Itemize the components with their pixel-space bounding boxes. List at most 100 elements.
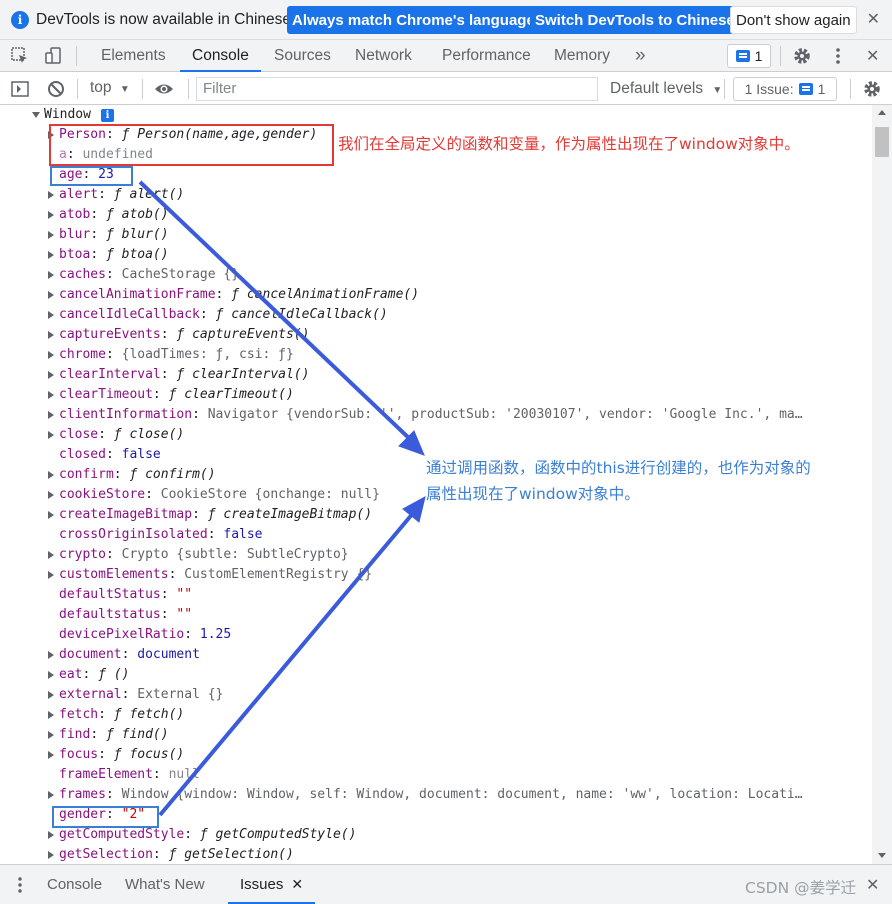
expand-triangle-icon[interactable] — [48, 491, 54, 499]
expand-triangle-icon[interactable] — [48, 431, 54, 439]
property-row-blur[interactable]: blur: ƒ blur() — [0, 225, 872, 245]
expand-triangle-icon[interactable] — [48, 831, 54, 839]
tab-sources[interactable]: Sources — [274, 40, 331, 71]
expand-triangle-icon[interactable] — [48, 791, 54, 799]
switch-to-chinese-button[interactable]: Switch DevTools to Chinese — [530, 6, 740, 34]
expand-triangle-icon[interactable] — [48, 671, 54, 679]
property-row-captureEvents[interactable]: captureEvents: ƒ captureEvents() — [0, 325, 872, 345]
expand-triangle-icon[interactable] — [48, 651, 54, 659]
drawer-tab-console[interactable]: Console — [47, 865, 102, 904]
context-selector[interactable]: top ▼ — [90, 79, 130, 97]
expand-triangle-icon[interactable] — [48, 471, 54, 479]
expand-triangle-icon[interactable] — [48, 331, 54, 339]
tab-network[interactable]: Network — [355, 40, 412, 71]
property-row-close[interactable]: close: ƒ close() — [0, 425, 872, 445]
property-row-devicePixelRatio[interactable]: devicePixelRatio: 1.25 — [0, 625, 872, 645]
expand-triangle-icon[interactable] — [48, 731, 54, 739]
property-row-defaultstatus[interactable]: defaultstatus: "" — [0, 605, 872, 625]
property-row-eat[interactable]: eat: ƒ () — [0, 665, 872, 685]
property-separator: : — [105, 347, 122, 362]
expand-triangle-icon[interactable] — [48, 311, 54, 319]
property-row-createImageBitmap[interactable]: createImageBitmap: ƒ createImageBitmap() — [0, 505, 872, 525]
more-tabs-button[interactable]: » — [635, 40, 646, 71]
expand-triangle-icon[interactable] — [48, 271, 54, 279]
gear-icon[interactable] — [792, 46, 812, 66]
function-keyword: ƒ — [98, 667, 114, 682]
expand-triangle-icon[interactable] — [48, 211, 54, 219]
close-devtools-icon[interactable]: ✕ — [866, 46, 879, 66]
console-settings-gear-icon[interactable] — [862, 79, 882, 99]
expand-triangle-icon[interactable] — [48, 691, 54, 699]
property-row-document[interactable]: document: document — [0, 645, 872, 665]
property-row-defaultStatus[interactable]: defaultStatus: "" — [0, 585, 872, 605]
expand-triangle-icon[interactable] — [48, 391, 54, 399]
inspect-element-icon[interactable] — [10, 46, 30, 66]
property-row-find[interactable]: find: ƒ find() — [0, 725, 872, 745]
log-levels-dropdown[interactable]: Default levels ▼ — [610, 80, 722, 98]
scroll-down-icon[interactable] — [878, 853, 886, 858]
message-icon — [735, 50, 750, 62]
expand-triangle-icon[interactable] — [48, 191, 54, 199]
issues-badge-button[interactable]: 1 — [727, 44, 771, 68]
drawer-tab-issues[interactable]: Issues ✕ — [227, 865, 316, 904]
property-row-btoa[interactable]: btoa: ƒ btoa() — [0, 245, 872, 265]
property-row-clearTimeout[interactable]: clearTimeout: ƒ clearTimeout() — [0, 385, 872, 405]
expand-triangle-icon[interactable] — [48, 711, 54, 719]
expand-triangle-icon[interactable] — [48, 571, 54, 579]
tab-memory[interactable]: Memory — [554, 40, 610, 71]
property-row-getSelection[interactable]: getSelection: ƒ getSelection() — [0, 845, 872, 864]
always-match-language-button[interactable]: Always match Chrome's language — [287, 6, 540, 34]
expand-triangle-icon[interactable] — [48, 251, 54, 259]
scroll-up-icon[interactable] — [878, 110, 886, 115]
drawer-menu-icon[interactable] — [12, 875, 28, 895]
property-row-clearInterval[interactable]: clearInterval: ƒ clearInterval() — [0, 365, 872, 385]
expand-triangle-icon[interactable] — [48, 851, 54, 859]
property-row-crypto[interactable]: crypto: Crypto {subtle: SubtleCrypto} — [0, 545, 872, 565]
tab-elements[interactable]: Elements — [101, 40, 166, 71]
property-row-atob[interactable]: atob: ƒ atob() — [0, 205, 872, 225]
property-row-alert[interactable]: alert: ƒ alert() — [0, 185, 872, 205]
expand-triangle-icon[interactable] — [48, 371, 54, 379]
sidebar-toggle-icon[interactable] — [10, 79, 30, 99]
expand-triangle-icon[interactable] — [48, 511, 54, 519]
function-keyword: ƒ — [129, 467, 146, 482]
property-row-cancelAnimationFrame[interactable]: cancelAnimationFrame: ƒ cancelAnimationF… — [0, 285, 872, 305]
tab-performance[interactable]: Performance — [442, 40, 531, 71]
property-row-frameElement[interactable]: frameElement: null — [0, 765, 872, 785]
property-row-clientInformation[interactable]: clientInformation: Navigator {vendorSub:… — [0, 405, 872, 425]
scrollbar-thumb[interactable] — [875, 127, 889, 157]
console-scrollbar[interactable] — [872, 105, 892, 864]
property-row-crossOriginIsolated[interactable]: crossOriginIsolated: false — [0, 525, 872, 545]
expand-triangle-icon[interactable] — [48, 751, 54, 759]
expand-triangle-icon[interactable] — [48, 551, 54, 559]
dont-show-again-button[interactable]: Don't show again — [730, 6, 857, 34]
expand-triangle-icon[interactable] — [48, 351, 54, 359]
close-drawer-icon[interactable]: ✕ — [866, 875, 879, 895]
property-row-caches[interactable]: caches: CacheStorage {} — [0, 265, 872, 285]
function-keyword: ƒ — [215, 307, 232, 322]
issues-counter-button[interactable]: 1 Issue: 1 — [733, 77, 837, 101]
property-row-cancelIdleCallback[interactable]: cancelIdleCallback: ƒ cancelIdleCallback… — [0, 305, 872, 325]
property-row-getComputedStyle[interactable]: getComputedStyle: ƒ getComputedStyle() — [0, 825, 872, 845]
eye-icon[interactable] — [154, 79, 174, 99]
tab-console[interactable]: Console — [180, 40, 261, 72]
more-options-icon[interactable] — [828, 46, 848, 66]
property-row-frames[interactable]: frames: Window {window: Window, self: Wi… — [0, 785, 872, 805]
property-row-customElements[interactable]: customElements: CustomElementRegistry {} — [0, 565, 872, 585]
filter-input[interactable]: Filter — [196, 77, 598, 101]
drawer-tab-whats-new[interactable]: What's New — [125, 865, 205, 904]
clear-console-icon[interactable] — [46, 79, 66, 99]
property-row-chrome[interactable]: chrome: {loadTimes: ƒ, csi: ƒ} — [0, 345, 872, 365]
expand-triangle-icon[interactable] — [48, 411, 54, 419]
window-root-row[interactable]: Window i — [0, 105, 872, 125]
close-tab-icon[interactable]: ✕ — [291, 876, 303, 893]
expand-triangle-icon[interactable] — [48, 291, 54, 299]
device-toolbar-icon[interactable] — [44, 46, 64, 66]
property-row-external[interactable]: external: External {} — [0, 685, 872, 705]
property-row-fetch[interactable]: fetch: ƒ fetch() — [0, 705, 872, 725]
property-row-focus[interactable]: focus: ƒ focus() — [0, 745, 872, 765]
close-icon[interactable]: ✕ — [867, 9, 880, 29]
expand-triangle-icon[interactable] — [48, 231, 54, 239]
property-entry: crossOriginIsolated: false — [59, 525, 263, 545]
property-entry: chrome: {loadTimes: ƒ, csi: ƒ} — [59, 345, 294, 365]
